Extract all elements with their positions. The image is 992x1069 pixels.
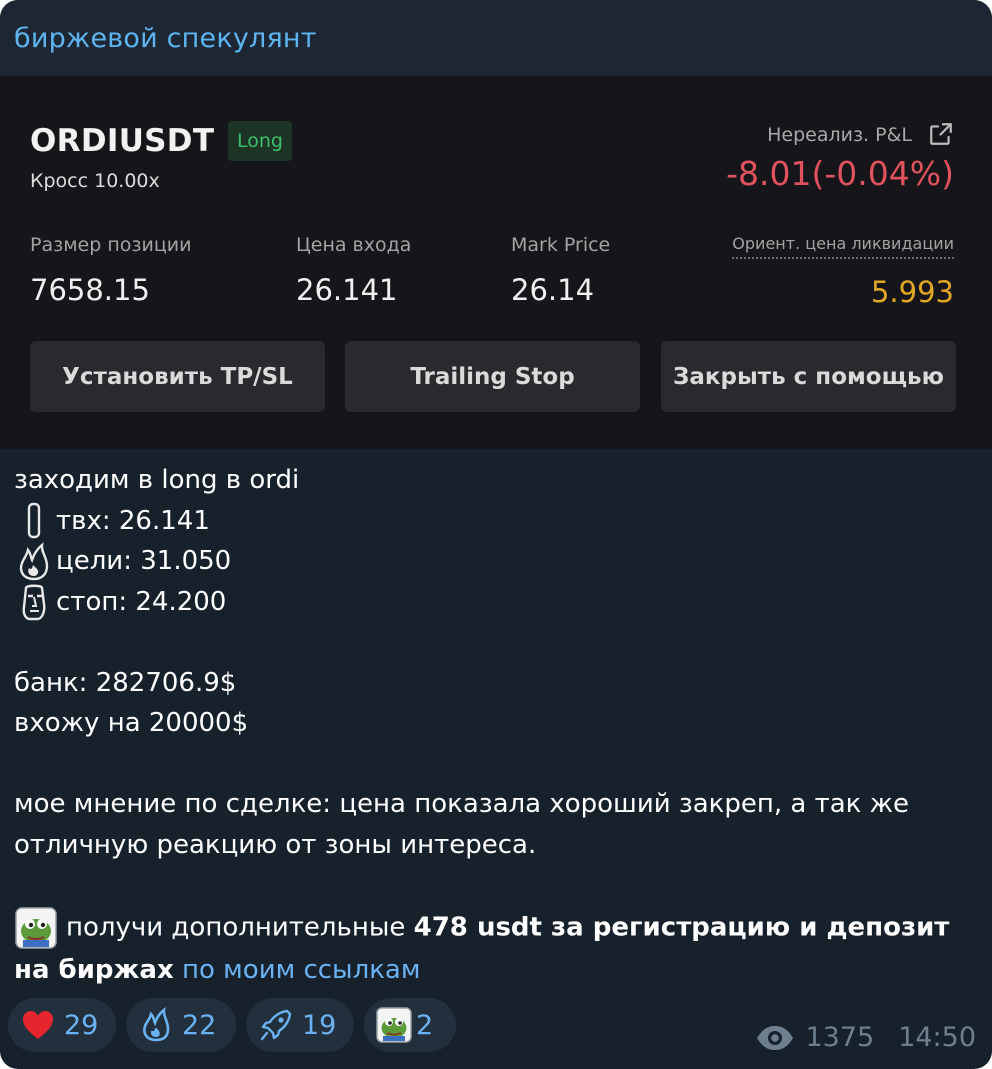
message-meta: 1375 14:50: [755, 1022, 976, 1053]
pepe-sticker-icon: [14, 906, 58, 950]
set-tpsl-button[interactable]: Установить TP/SL: [30, 341, 325, 412]
channel-name[interactable]: биржевой спекулянт: [14, 23, 317, 54]
pnl-label: Нереализ. P&L: [767, 124, 912, 146]
pnl-value: -8.01(-0.04%): [726, 154, 954, 193]
entry-price-value: 26.141: [296, 273, 398, 307]
heart-icon: [23, 1011, 53, 1039]
reaction-rocket[interactable]: 19: [246, 998, 354, 1052]
reaction-count: 19: [302, 1009, 337, 1041]
liquidation-price-value: 5.993: [870, 275, 954, 309]
entry-price-text: твх: 26.141: [56, 505, 210, 536]
message-text: заходим в long в ordi твх: 26.141 цели: …: [14, 460, 984, 990]
close-with-button[interactable]: Закрыть с помощью: [661, 341, 956, 412]
message-line: банк: 282706.9$: [14, 667, 237, 698]
stop-text: стоп: 24.200: [56, 586, 227, 617]
message-line: стоп: 24.200: [14, 582, 984, 623]
moai-icon: [14, 582, 54, 622]
message-bubble: биржевой спекулянт ORDIUSDT Long Кросс 1…: [0, 0, 992, 1069]
reaction-count: 2: [416, 1009, 434, 1041]
views-count: 1375: [805, 1022, 875, 1053]
mark-price-value: 26.14: [511, 273, 595, 307]
message-line: вхожу на 20000$: [14, 708, 249, 738]
reaction-count: 22: [182, 1009, 217, 1041]
channel-header: биржевой спекулянт: [0, 0, 992, 76]
message-line: твх: 26.141: [14, 501, 984, 542]
margin-mode: Кросс 10.00x: [30, 170, 160, 192]
fire-icon: [14, 541, 54, 582]
message-line: заходим в long в ordi: [14, 465, 300, 495]
share-icon[interactable]: [928, 121, 954, 147]
reaction-count: 29: [64, 1009, 99, 1041]
referral-link[interactable]: по моим ссылкам: [182, 955, 420, 985]
position-size-label: Размер позиции: [30, 234, 192, 256]
side-badge: Long: [228, 121, 292, 161]
symbol-title: ORDIUSDT: [30, 123, 215, 159]
message-line: мое мнение по сделке: цена показала хоро…: [14, 789, 910, 860]
entry-price-label: Цена входа: [296, 234, 412, 256]
promo-prefix: получи дополнительные: [66, 912, 406, 942]
trailing-stop-button[interactable]: Trailing Stop: [345, 341, 640, 412]
message-time: 14:50: [898, 1022, 976, 1053]
reaction-heart[interactable]: 29: [8, 998, 116, 1052]
reaction-pepe[interactable]: 2: [364, 998, 456, 1052]
position-size-value: 7658.15: [30, 273, 150, 307]
eye-icon: [757, 1025, 794, 1050]
pepe-sticker-icon: [376, 1007, 412, 1043]
fire-icon: [143, 1007, 170, 1042]
reaction-fire[interactable]: 22: [126, 998, 236, 1052]
liquidation-price-label: Ориент. цена ликвидации: [732, 234, 954, 259]
rocket-icon: [260, 1009, 292, 1041]
mark-price-label: Mark Price: [511, 234, 611, 256]
candle-icon: [14, 501, 54, 541]
message-line: получи дополнительные 478 usdt за регист…: [14, 906, 984, 991]
targets-text: цели: 31.050: [56, 546, 232, 576]
message-line: цели: 31.050: [14, 541, 984, 582]
